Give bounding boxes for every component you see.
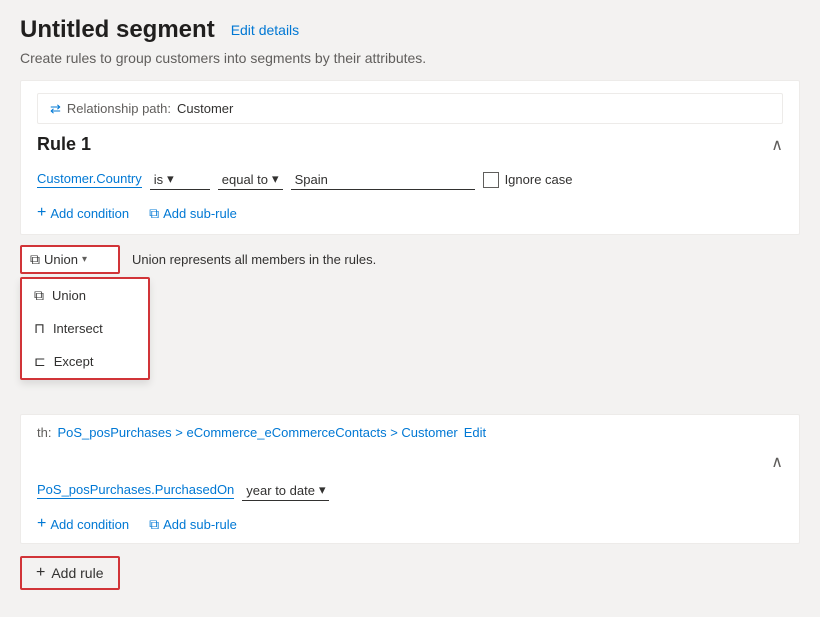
rule1-comparator-value: equal to — [222, 172, 268, 187]
relationship-path-value: Customer — [177, 101, 233, 116]
operator-description: Union represents all members in the rule… — [132, 252, 376, 267]
rule2-add-condition-label: Add condition — [50, 517, 129, 532]
rule1-condition-row: Customer.Country is ▾ equal to ▾ Ignore … — [37, 169, 783, 190]
rule1-operator-dropdown[interactable]: is ▾ — [150, 169, 210, 190]
rule2-operator-arrow: ▾ — [319, 482, 326, 498]
rule1-value-input[interactable] — [291, 170, 475, 190]
rule1-comparator-dropdown[interactable]: equal to ▾ — [218, 169, 283, 190]
rule1-comparator-arrow: ▾ — [272, 171, 279, 187]
rule1-add-subrule-button[interactable]: ⧉ Add sub-rule — [149, 205, 237, 222]
rule1-title: Rule 1 — [37, 134, 91, 155]
relationship-icon — [50, 100, 61, 117]
operator-row: Union ▾ Union represents all members in … — [20, 245, 800, 274]
rule2-card: th: PoS_posPurchases > eCommerce_eCommer… — [20, 414, 800, 544]
add-rule-plus-icon: + — [36, 564, 45, 582]
add-rule-button[interactable]: + Add rule — [20, 556, 120, 590]
rule2-rel-prefix: th: — [37, 425, 51, 440]
rule1-field-label[interactable]: Customer.Country — [37, 171, 142, 188]
rule1-header: Rule 1 ∧ — [37, 134, 783, 155]
rule1-add-condition-button[interactable]: + Add condition — [37, 204, 129, 222]
page-header: Untitled segment Edit details — [20, 16, 800, 44]
operator-option-except[interactable]: Except — [22, 345, 148, 378]
operator-dropdown[interactable]: Union ▾ — [20, 245, 120, 274]
edit-details-link[interactable]: Edit details — [231, 22, 299, 38]
rule1-ignore-case-checkbox[interactable] — [483, 172, 499, 188]
operator-option-intersect[interactable]: Intersect — [22, 312, 148, 345]
operator-dropdown-menu: Union Intersect Except — [20, 277, 150, 380]
rule1-ignore-case-wrapper: Ignore case — [483, 172, 573, 188]
rule2-edit-link[interactable]: Edit — [464, 425, 486, 440]
rule1-card: Relationship path: Customer Rule 1 ∧ Cus… — [20, 80, 800, 235]
rule2-relationship-path: th: PoS_posPurchases > eCommerce_eCommer… — [37, 425, 783, 440]
rule1-add-condition-plus-icon: + — [37, 204, 46, 222]
operator-section: Union ▾ Union represents all members in … — [20, 245, 800, 274]
rule1-subrule-icon: ⧉ — [149, 205, 159, 222]
rule1-action-row: + Add condition ⧉ Add sub-rule — [37, 204, 783, 222]
operator-dropdown-arrow: ▾ — [82, 254, 87, 265]
rule2-add-condition-plus-icon: + — [37, 515, 46, 533]
rule1-add-condition-label: Add condition — [50, 206, 129, 221]
page-subtitle: Create rules to group customers into seg… — [20, 50, 800, 66]
rule2-subrule-icon: ⧉ — [149, 516, 159, 533]
rule2-action-row: + Add condition ⧉ Add sub-rule — [37, 515, 783, 533]
add-rule-label: Add rule — [51, 565, 103, 581]
intersect-menu-icon — [34, 320, 45, 337]
rule2-rel-path-value[interactable]: PoS_posPurchases > eCommerce_eCommerceCo… — [57, 425, 457, 440]
rule1-ignore-case-label: Ignore case — [505, 172, 573, 187]
operator-union-icon — [30, 251, 40, 268]
operator-option-intersect-label: Intersect — [53, 321, 103, 336]
rule1-operator-arrow: ▾ — [167, 171, 174, 187]
rule2-operator-dropdown[interactable]: year to date ▾ — [242, 480, 329, 501]
page-container: Untitled segment Edit details Create rul… — [0, 0, 820, 606]
rule2-add-subrule-label: Add sub-rule — [163, 517, 237, 532]
relationship-path-bar: Relationship path: Customer — [37, 93, 783, 124]
rule2-field-label[interactable]: PoS_posPurchases.PurchasedOn — [37, 482, 234, 499]
union-menu-icon — [34, 287, 44, 304]
rule2-add-condition-button[interactable]: + Add condition — [37, 515, 129, 533]
except-menu-icon — [34, 353, 46, 370]
add-rule-section: + Add rule — [20, 556, 800, 590]
operator-option-union[interactable]: Union — [22, 279, 148, 312]
operator-option-union-label: Union — [52, 288, 86, 303]
page-title: Untitled segment — [20, 16, 215, 44]
rule1-collapse-button[interactable]: ∧ — [771, 135, 783, 155]
operator-selected-label: Union — [44, 252, 78, 267]
rule2-operator-value: year to date — [246, 483, 315, 498]
relationship-path-label: Relationship path: — [67, 101, 171, 116]
rule1-operator-value: is — [154, 172, 163, 187]
rule2-header: ∧ — [37, 452, 783, 472]
rule1-add-subrule-label: Add sub-rule — [163, 206, 237, 221]
rule2-add-subrule-button[interactable]: ⧉ Add sub-rule — [149, 516, 237, 533]
rule2-collapse-button[interactable]: ∧ — [771, 452, 783, 472]
rule2-condition-row: PoS_posPurchases.PurchasedOn year to dat… — [37, 480, 783, 501]
operator-option-except-label: Except — [54, 354, 94, 369]
